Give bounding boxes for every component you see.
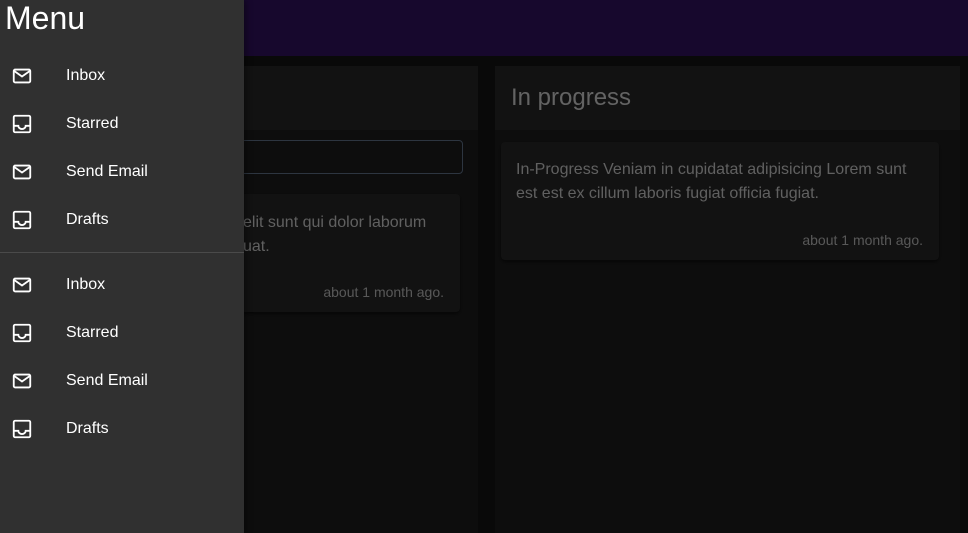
drawer-item-label: Starred [66,324,119,341]
mail-icon [12,164,32,180]
inbox-tray-icon [12,419,32,439]
drawer-item-label: Send Email [66,163,148,180]
drawer-item-label: Drafts [66,420,109,437]
drawer-item-drafts[interactable]: Drafts [0,405,244,453]
drawer-item-label: Inbox [66,67,106,84]
inbox-tray-icon [12,210,32,230]
drawer-item-send-email[interactable]: Send Email [0,148,244,196]
drawer-list-secondary: Inbox Starred Send Email Drafts [0,261,244,453]
inbox-tray-icon [12,323,32,343]
drawer-item-label: Drafts [66,211,109,228]
drawer-item-inbox[interactable]: Inbox [0,52,244,100]
mail-icon [12,68,32,84]
mail-icon [12,277,32,293]
drawer-list-primary: Inbox Starred Send Email Drafts [0,52,244,244]
drawer-item-drafts[interactable]: Drafts [0,196,244,244]
drawer-item-starred[interactable]: Starred [0,309,244,357]
drawer-title: Menu [5,0,86,36]
drawer-item-send-email[interactable]: Send Email [0,357,244,405]
navigation-drawer: Menu Inbox Starred Send Email Drafts Inb… [0,0,244,533]
drawer-divider [0,252,244,253]
inbox-tray-icon [12,114,32,134]
drawer-item-label: Inbox [66,276,106,293]
drawer-item-inbox[interactable]: Inbox [0,261,244,309]
drawer-item-label: Send Email [66,372,148,389]
mail-icon [12,373,32,389]
drawer-item-label: Starred [66,115,119,132]
drawer-item-starred[interactable]: Starred [0,100,244,148]
